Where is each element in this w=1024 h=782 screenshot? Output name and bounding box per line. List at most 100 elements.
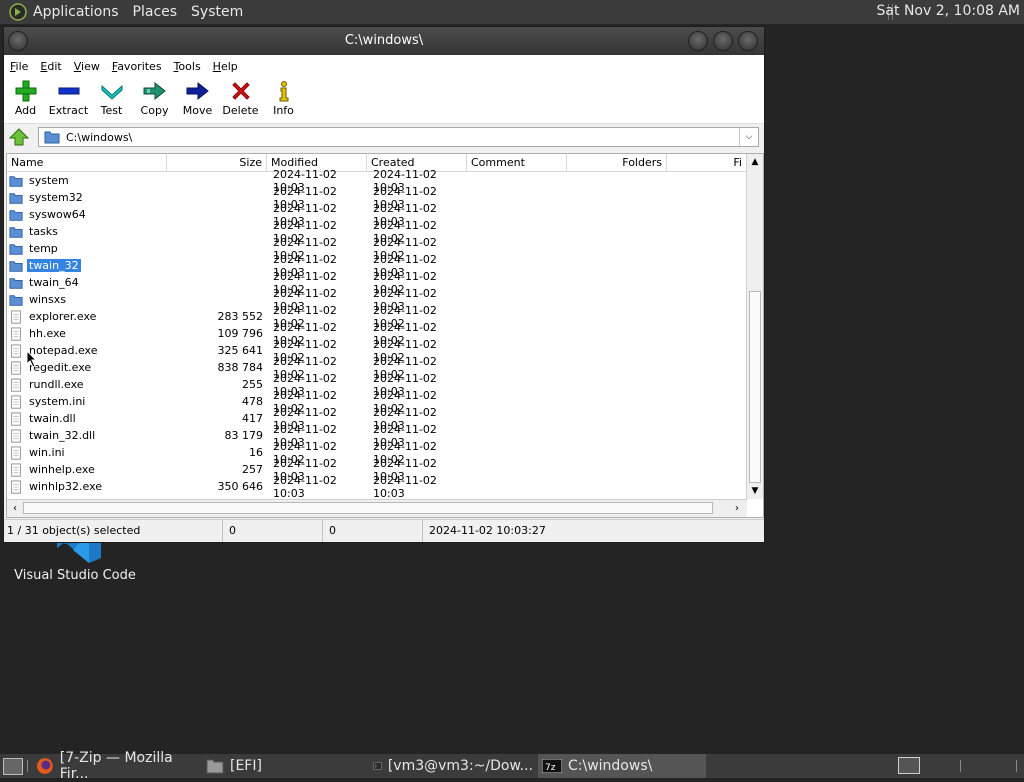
file-name: syswow64	[29, 208, 86, 221]
file-name: explorer.exe	[29, 310, 97, 323]
info-icon	[279, 81, 288, 102]
copy-button[interactable]: Copy	[133, 77, 176, 123]
menu-tools[interactable]: Tools	[168, 60, 207, 73]
chevron-down-icon[interactable]: ⌵	[739, 128, 758, 146]
menu-favorites[interactable]: Favorites	[106, 60, 168, 73]
task-firefox[interactable]: [7-Zip — Mozilla Fir...	[36, 750, 204, 782]
scroll-down-arrow[interactable]: ▼	[747, 483, 763, 499]
places-menu[interactable]: Places	[133, 4, 178, 20]
task-efi[interactable]: [EFI]	[206, 754, 366, 778]
scroll-up-arrow[interactable]: ▲	[747, 154, 763, 170]
up-folder-icon[interactable]	[8, 127, 30, 147]
file-icon	[11, 445, 21, 460]
applications-menu[interactable]: Applications	[33, 4, 119, 20]
column-folders[interactable]: Folders	[567, 154, 667, 171]
folder-icon	[9, 260, 23, 272]
file-name: system32	[29, 191, 83, 204]
task-label: [EFI]	[230, 758, 262, 774]
cell-name: hh.exe	[7, 326, 167, 341]
task-terminal[interactable]: [vm3@vm3:~/Dow...	[373, 754, 533, 778]
file-name: twain_32	[27, 259, 81, 272]
toolbar: Add Extract Test Copy Move Delete Info	[4, 77, 764, 124]
folder-icon	[9, 277, 23, 289]
file-icon	[11, 309, 21, 324]
plus-icon	[15, 80, 36, 102]
menu-edit[interactable]: Edit	[34, 60, 67, 73]
system-menu[interactable]: System	[191, 4, 243, 20]
cell-size: 257	[242, 463, 263, 476]
double-arrow-right-icon	[143, 81, 166, 101]
status-size: 0	[223, 520, 323, 542]
task-7zip[interactable]: 7z C:\windows\	[538, 754, 706, 778]
7zip-icon: 7z	[542, 759, 562, 773]
cell-size: 838 784	[217, 361, 264, 374]
gnome-foot-icon[interactable]	[9, 3, 27, 21]
folder-icon	[9, 243, 23, 255]
cell-size: 283 552	[217, 310, 264, 323]
cell-name: twain_64	[7, 276, 167, 290]
cell-name: tasks	[7, 225, 167, 239]
close-button[interactable]	[738, 31, 758, 51]
extract-button[interactable]: Extract	[47, 77, 90, 123]
show-desktop-button[interactable]	[3, 758, 23, 775]
file-manager-window: C:\windows\ File Edit View Favorites Too…	[3, 26, 765, 543]
add-button[interactable]: Add	[4, 77, 47, 123]
firefox-icon	[36, 758, 53, 774]
vertical-scroll-thumb[interactable]	[749, 291, 761, 483]
maximize-button[interactable]	[713, 31, 733, 51]
folder-icon	[9, 209, 23, 221]
menu-view[interactable]: View	[68, 60, 106, 73]
column-files[interactable]: Fi	[667, 154, 747, 171]
status-packed: 0	[323, 520, 423, 542]
file-name: temp	[29, 242, 58, 255]
cell-name: rundll.exe	[7, 377, 167, 392]
file-icon	[11, 360, 21, 375]
file-icon	[11, 326, 21, 341]
file-icon	[11, 428, 21, 443]
workspace-switcher[interactable]	[898, 757, 920, 774]
x-icon	[231, 82, 250, 100]
cell-size: 325 641	[217, 344, 264, 357]
info-button[interactable]: Info	[262, 77, 305, 123]
minus-icon	[58, 87, 79, 95]
cell-size: 417	[242, 412, 263, 425]
vertical-scrollbar[interactable]: ▲ ▼	[746, 154, 763, 499]
svg-text:7z: 7z	[545, 763, 556, 773]
file-name: winhlp32.exe	[29, 480, 103, 493]
folder-icon	[206, 759, 224, 774]
move-button[interactable]: Move	[176, 77, 219, 123]
add-label: Add	[14, 104, 37, 117]
terminal-icon	[373, 762, 382, 770]
arrow-right-icon	[186, 81, 209, 101]
column-name[interactable]: Name	[7, 154, 167, 171]
file-icon	[11, 462, 21, 477]
scroll-right-arrow[interactable]: ›	[729, 500, 745, 517]
minimize-button[interactable]	[688, 31, 708, 51]
cell-name: twain.dll	[7, 411, 167, 426]
delete-button[interactable]: Delete	[219, 77, 262, 123]
cell-size: 16	[249, 446, 263, 459]
file-name: system	[29, 174, 69, 187]
info-label: Info	[273, 104, 294, 117]
column-size[interactable]: Size	[167, 154, 267, 171]
scroll-left-arrow[interactable]: ‹	[7, 500, 23, 517]
file-list: Name Size Modified Created Comment Folde…	[6, 153, 764, 518]
test-button[interactable]: Test	[90, 77, 133, 123]
column-comment[interactable]: Comment	[467, 154, 567, 171]
panel-separator	[27, 760, 32, 772]
copy-label: Copy	[140, 104, 169, 117]
horizontal-scrollbar[interactable]: ‹ ›	[7, 499, 747, 517]
horizontal-scroll-thumb[interactable]	[23, 502, 713, 514]
menu-file[interactable]: File	[4, 60, 34, 73]
file-icon	[11, 343, 21, 358]
file-icon	[11, 394, 21, 409]
address-field[interactable]: C:\windows\ ⌵	[38, 127, 759, 147]
window-titlebar[interactable]: C:\windows\	[4, 27, 764, 55]
cell-name: temp	[7, 242, 167, 256]
clock[interactable]: Sat Nov 2, 10:08 AM	[877, 3, 1020, 19]
status-selection: 1 / 31 object(s) selected	[4, 520, 223, 542]
table-row[interactable]: winhlp32.exe 350 646 2024-11-02 10:03 2024-…	[7, 474, 763, 500]
cell-modified: 2024-11-02 10:03	[273, 473, 337, 500]
folder-icon	[9, 175, 23, 187]
menu-help[interactable]: Help	[207, 60, 244, 73]
